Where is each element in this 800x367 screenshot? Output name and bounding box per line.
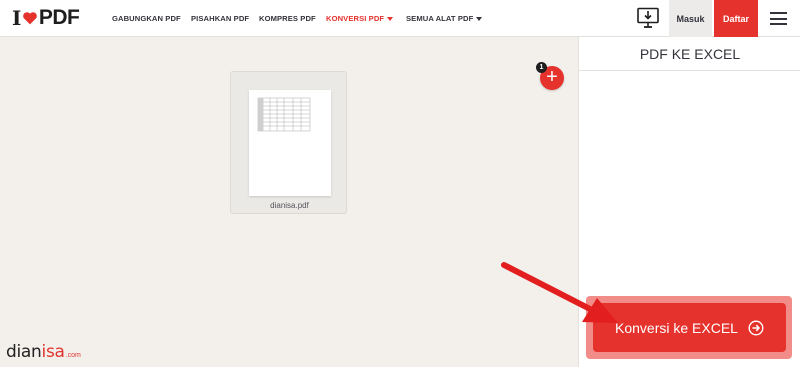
convert-label: Konversi ke EXCEL <box>615 319 738 336</box>
chevron-down-icon <box>387 16 394 21</box>
login-button[interactable]: Masuk <box>669 0 712 37</box>
watermark-part1: dian <box>6 342 42 362</box>
logo-prefix: I <box>12 6 21 30</box>
top-header: I PDF GABUNGKAN PDF PISAHKAN PDF KOMPRES… <box>0 0 800 37</box>
chevron-down-icon <box>476 16 483 21</box>
annotation-arrow-icon <box>501 262 618 323</box>
file-thumbnail <box>249 90 331 196</box>
watermark-domain: .com <box>65 352 81 359</box>
file-card[interactable]: dianisa.pdf <box>230 71 347 214</box>
nav-compress-pdf[interactable]: KOMPRES PDF <box>259 0 316 37</box>
file-name: dianisa.pdf <box>270 201 309 210</box>
sidebar-title: PDF KE EXCEL <box>579 37 800 71</box>
signup-button[interactable]: Daftar <box>714 0 758 37</box>
heart-icon <box>23 12 37 25</box>
table-preview-icon <box>257 97 311 132</box>
watermark-logo: dianisa .com <box>6 340 81 362</box>
nav-convert-pdf[interactable]: KONVERSI PDF <box>326 0 394 37</box>
nav-split-pdf[interactable]: PISAHKAN PDF <box>191 0 249 37</box>
watermark-part2: isa <box>41 342 65 362</box>
file-count-badge: 1 <box>536 62 547 73</box>
menu-icon[interactable] <box>770 12 787 25</box>
ilovepdf-logo[interactable]: I PDF <box>12 6 80 30</box>
desktop-download-icon[interactable] <box>637 7 659 29</box>
nav-all-tools[interactable]: SEMUA ALAT PDF <box>406 0 483 37</box>
nav-merge-pdf[interactable]: GABUNGKAN PDF <box>112 0 181 37</box>
logo-suffix: PDF <box>38 6 80 29</box>
arrow-right-circle-icon <box>748 319 764 336</box>
